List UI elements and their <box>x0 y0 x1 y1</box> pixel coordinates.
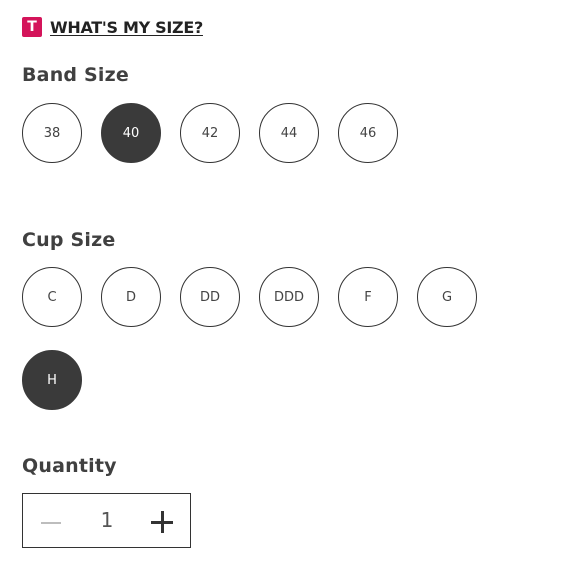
band-size-option[interactable]: 38 <box>22 103 82 163</box>
quantity-stepper <box>22 493 191 548</box>
quantity-input[interactable] <box>87 506 127 534</box>
cup-size-title: Cup Size <box>22 229 116 251</box>
cup-size-option[interactable]: G <box>417 267 477 327</box>
cup-size-option[interactable]: D <box>101 267 161 327</box>
brand-logo-icon: T <box>22 17 42 37</box>
size-guide-row: T WHAT'S MY SIZE? <box>22 17 203 37</box>
plus-icon[interactable] <box>151 511 173 533</box>
product-size-selector: T WHAT'S MY SIZE? Band Size 38 40 42 44 … <box>0 0 580 580</box>
whats-my-size-link[interactable]: WHAT'S MY SIZE? <box>50 18 203 37</box>
cup-size-option[interactable]: DDD <box>259 267 319 327</box>
cup-size-option[interactable]: C <box>22 267 82 327</box>
band-size-option[interactable]: 44 <box>259 103 319 163</box>
band-size-option[interactable]: 46 <box>338 103 398 163</box>
quantity-title: Quantity <box>22 455 117 477</box>
band-size-title: Band Size <box>22 64 129 86</box>
cup-size-option[interactable]: F <box>338 267 398 327</box>
cup-size-option[interactable]: DD <box>180 267 240 327</box>
minus-icon[interactable] <box>39 507 63 531</box>
cup-size-option-selected[interactable]: H <box>22 350 82 410</box>
band-size-option-selected[interactable]: 40 <box>101 103 161 163</box>
band-size-option[interactable]: 42 <box>180 103 240 163</box>
